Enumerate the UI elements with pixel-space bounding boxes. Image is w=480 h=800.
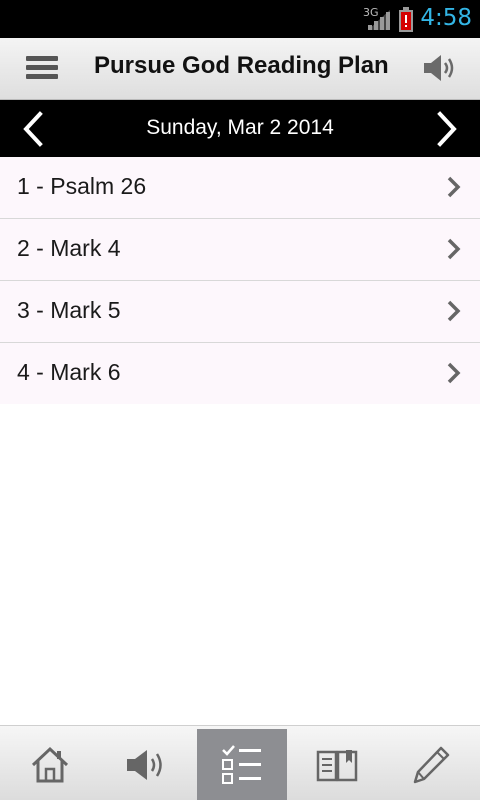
bottom-tab-bar: [0, 725, 480, 800]
app-header: Pursue God Reading Plan: [0, 38, 480, 100]
page-title: Pursue God Reading Plan: [94, 52, 389, 79]
checklist-icon: [222, 744, 261, 784]
chevron-right-icon: [447, 300, 461, 322]
status-bar: 3G 4:58: [0, 0, 480, 38]
status-time: 4:58: [420, 5, 472, 31]
app-screen: 3G 4:58 Pursue God Reading Plan Sunday, …: [0, 0, 480, 800]
current-date: Sunday, Mar 2 2014: [146, 116, 334, 139]
reading-label: 4 - Mark 6: [17, 359, 121, 385]
reading-label: 3 - Mark 5: [17, 297, 121, 323]
reading-label: 2 - Mark 4: [17, 235, 121, 261]
list-item[interactable]: 2 - Mark 4: [0, 219, 480, 281]
tab-notes[interactable]: [386, 729, 476, 800]
home-icon: [31, 746, 69, 782]
chevron-right-icon: [447, 176, 461, 198]
chevron-right-icon: [447, 362, 461, 384]
date-navigation-bar: Sunday, Mar 2 2014: [0, 100, 480, 157]
speaker-icon[interactable]: [422, 52, 458, 84]
tab-bible[interactable]: [292, 729, 382, 800]
chevron-right-icon[interactable]: [430, 110, 462, 148]
speaker-icon: [127, 749, 162, 780]
signal-strength-icon: [368, 10, 390, 30]
tab-reading-plan[interactable]: [197, 729, 287, 800]
list-item[interactable]: 1 - Psalm 26: [0, 157, 480, 219]
list-item[interactable]: 4 - Mark 6: [0, 343, 480, 404]
battery-alert-icon: [399, 7, 413, 32]
open-book-icon: [316, 749, 358, 781]
tab-audio[interactable]: [101, 729, 191, 800]
reading-label: 1 - Psalm 26: [17, 173, 147, 199]
list-item[interactable]: 3 - Mark 5: [0, 281, 480, 343]
chevron-right-icon: [447, 238, 461, 260]
hamburger-menu-icon[interactable]: [26, 55, 58, 81]
reading-list: 1 - Psalm 26 2 - Mark 4 3 - Mark 5 4 - M…: [0, 157, 480, 404]
pencil-icon: [413, 746, 450, 783]
tab-home[interactable]: [5, 729, 95, 800]
